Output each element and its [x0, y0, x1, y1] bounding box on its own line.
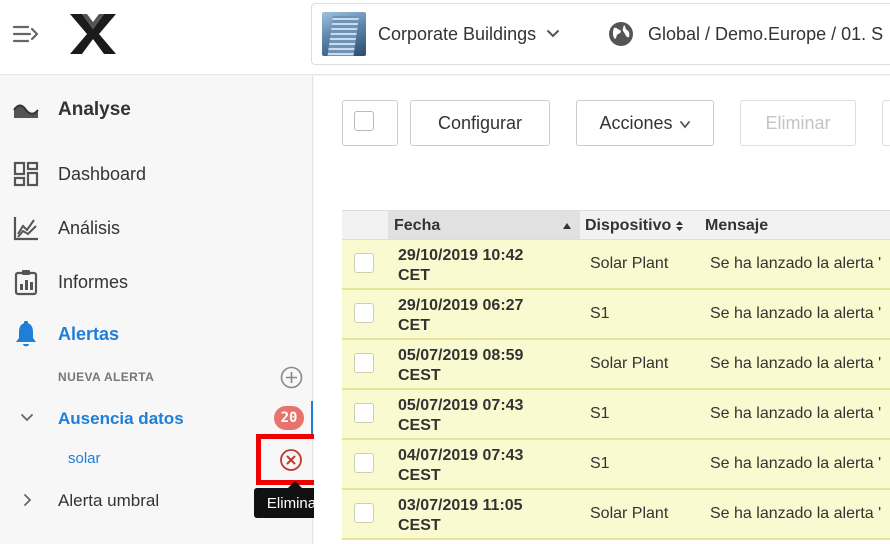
- cell-date-value: 05/07/2019 08:59: [398, 347, 524, 364]
- table-body: 29/10/2019 10:42 CET Solar Plant Se ha lanz…: [342, 240, 890, 540]
- alert-group-label: Ausencia datos: [58, 409, 184, 428]
- dashboard-icon: [13, 161, 39, 187]
- cell-date: 05/07/2019 07:43 CEST: [398, 396, 523, 436]
- cell-message: Se ha lanzado la alerta ': [710, 455, 882, 472]
- column-header-dispositivo[interactable]: Dispositivo: [585, 217, 684, 235]
- table-row[interactable]: 05/07/2019 07:43 CEST S1 Se ha lanzado la a…: [342, 390, 890, 440]
- cell-message: Se ha lanzado la alerta ': [710, 505, 882, 522]
- app-logo-icon[interactable]: [68, 12, 118, 56]
- extra-toolbar-button[interactable]: [882, 100, 890, 146]
- cell-device: S1: [590, 455, 610, 472]
- table-row[interactable]: 05/07/2019 08:59 CEST Solar Plant Se ha lan…: [342, 340, 890, 390]
- report-clipboard-icon: [14, 270, 38, 296]
- cell-date: 05/07/2019 08:59 CEST: [398, 346, 523, 386]
- cell-date-value: 29/10/2019 10:42: [398, 247, 524, 264]
- sort-icon: [676, 221, 684, 231]
- cell-date-value: 29/10/2019 06:27: [398, 297, 524, 314]
- cell-date-timezone: CET: [398, 317, 430, 334]
- cell-date-value: 04/07/2019 07:43: [398, 447, 524, 464]
- alert-item-solar[interactable]: solar: [68, 450, 101, 467]
- alerts-table: Fecha Dispositivo Mensaje 29/10/2019 10:…: [342, 210, 890, 540]
- alert-group-ausencia-datos[interactable]: Ausencia datos 20: [0, 401, 313, 435]
- chevron-down-icon: [679, 121, 690, 129]
- alert-group-alerta-umbral[interactable]: Alerta umbral: [0, 483, 313, 517]
- checkbox-box: [354, 111, 374, 131]
- row-checkbox[interactable]: [354, 353, 374, 373]
- select-all-checkbox[interactable]: [342, 100, 398, 146]
- table-row[interactable]: 03/07/2019 11:05 CEST Solar Plant Se ha lan…: [342, 490, 890, 540]
- actions-label: Acciones: [599, 112, 673, 133]
- column-header-mensaje[interactable]: Mensaje: [705, 217, 768, 235]
- row-checkbox[interactable]: [354, 253, 374, 273]
- cell-date-timezone: CEST: [398, 517, 441, 534]
- row-checkbox[interactable]: [354, 453, 374, 473]
- cell-date-value: 05/07/2019 07:43: [398, 397, 524, 414]
- main-content: Configurar Acciones Eliminar Fecha Dispo…: [314, 76, 890, 544]
- sidebar-item-label: Informes: [58, 271, 129, 292]
- chevron-down-icon: [21, 414, 33, 422]
- cell-date-timezone: CEST: [398, 467, 441, 484]
- active-indicator: [311, 401, 313, 435]
- sort-ascending-icon[interactable]: [562, 222, 572, 230]
- column-header-label: Dispositivo: [585, 217, 672, 234]
- table-row[interactable]: 29/10/2019 10:42 CET Solar Plant Se ha lanz…: [342, 240, 890, 290]
- building-selector[interactable]: Corporate Buildings: [311, 3, 595, 65]
- cell-message: Se ha lanzado la alerta ': [710, 405, 882, 422]
- chevron-right-icon: [24, 494, 32, 506]
- row-checkbox[interactable]: [354, 503, 374, 523]
- cell-date: 29/10/2019 06:27 CET: [398, 296, 523, 336]
- building-thumbnail: [322, 12, 366, 56]
- cell-device: S1: [590, 405, 610, 422]
- cell-date-timezone: CEST: [398, 417, 441, 434]
- cell-date-timezone: CET: [398, 267, 430, 284]
- cell-date-value: 03/07/2019 11:05: [398, 497, 523, 514]
- sidebar-title-label: Analyse: [58, 99, 131, 120]
- sidebar-title-analyse[interactable]: Analyse: [0, 90, 313, 130]
- analyse-wave-icon: [13, 104, 39, 118]
- sidebar-item-label: Análisis: [58, 217, 121, 238]
- configure-button[interactable]: Configurar: [410, 100, 550, 146]
- top-header: Corporate Buildings Global / Demo.Europe…: [0, 0, 890, 75]
- line-chart-icon: [13, 217, 38, 241]
- row-checkbox[interactable]: [354, 303, 374, 323]
- actions-dropdown-button[interactable]: Acciones: [576, 100, 714, 146]
- table-row[interactable]: 29/10/2019 06:27 CET S1 Se ha lanzado la al…: [342, 290, 890, 340]
- delete-button[interactable]: Eliminar: [740, 100, 856, 146]
- cell-device: Solar Plant: [590, 255, 669, 272]
- sidebar-item-analisis[interactable]: Análisis: [0, 208, 313, 248]
- sidebar-item-alertas[interactable]: Alertas: [0, 314, 313, 354]
- sidebar: Analyse Dashboard Análisis Informes Aler…: [0, 76, 334, 544]
- chevron-down-icon: [547, 30, 560, 38]
- add-alert-icon[interactable]: [280, 366, 303, 389]
- bell-icon: [16, 321, 36, 347]
- table-header: Fecha Dispositivo Mensaje: [342, 210, 890, 240]
- alert-count-badge: 20: [274, 406, 304, 430]
- building-name: Corporate Buildings: [378, 23, 537, 44]
- column-header-fecha[interactable]: Fecha: [394, 217, 440, 235]
- cell-date: 04/07/2019 07:43 CEST: [398, 446, 523, 486]
- cell-device: Solar Plant: [590, 505, 669, 522]
- sidebar-item-informes[interactable]: Informes: [0, 262, 313, 302]
- sidebar-item-label: Dashboard: [58, 163, 147, 184]
- table-row[interactable]: 04/07/2019 07:43 CEST S1 Se ha lanzado la a…: [342, 440, 890, 490]
- cell-message: Se ha lanzado la alerta ': [710, 255, 882, 272]
- cell-device: S1: [590, 305, 610, 322]
- cell-device: Solar Plant: [590, 355, 669, 372]
- menu-toggle-icon[interactable]: [12, 22, 40, 46]
- cell-date: 29/10/2019 10:42 CET: [398, 246, 523, 286]
- cell-date-timezone: CEST: [398, 367, 441, 384]
- location-path: Global / Demo.Europe / 01. S: [648, 23, 884, 44]
- delete-circle-x-icon[interactable]: [279, 448, 303, 472]
- sidebar-item-dashboard[interactable]: Dashboard: [0, 154, 313, 194]
- new-alert-section-label: NUEVA ALERTA: [58, 370, 155, 384]
- sidebar-item-label: Alertas: [58, 323, 120, 344]
- cell-date: 03/07/2019 11:05 CEST: [398, 496, 523, 536]
- alert-group-label: Alerta umbral: [58, 491, 160, 510]
- location-selector[interactable]: Global / Demo.Europe / 01. S: [594, 3, 890, 65]
- cell-message: Se ha lanzado la alerta ': [710, 305, 882, 322]
- cell-message: Se ha lanzado la alerta ': [710, 355, 882, 372]
- globe-icon: [609, 22, 633, 46]
- row-checkbox[interactable]: [354, 403, 374, 423]
